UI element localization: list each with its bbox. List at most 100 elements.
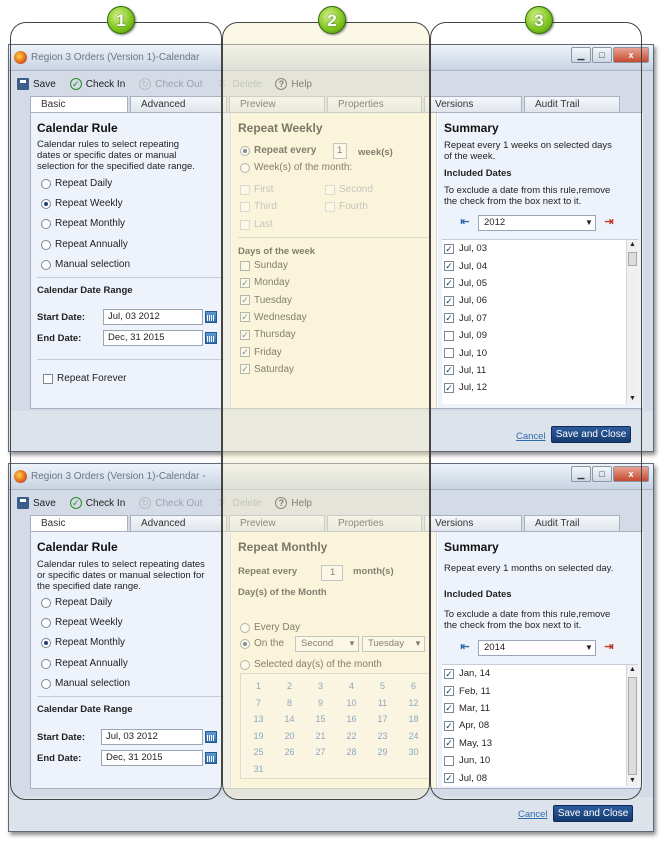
radio-repeat-annually[interactable]: Repeat Annually bbox=[41, 239, 128, 250]
tab-advanced[interactable]: Advanced bbox=[130, 515, 227, 531]
month-day-cell[interactable]: 6 bbox=[398, 678, 429, 695]
day-checkbox-wednesday[interactable]: ✓ Wednesday bbox=[240, 312, 307, 323]
month-day-cell[interactable]: 12 bbox=[398, 695, 429, 712]
month-day-cell[interactable]: 10 bbox=[336, 695, 367, 712]
year-select[interactable]: 2012 ▼ bbox=[478, 215, 596, 231]
start-date-input[interactable]: Jul, 03 2012 bbox=[103, 309, 203, 325]
tab-audit-trail[interactable]: Audit Trail bbox=[524, 96, 620, 112]
week-first-checkbox[interactable]: First bbox=[240, 184, 273, 195]
month-day-cell[interactable]: 16 bbox=[336, 711, 367, 728]
month-day-cell[interactable]: 7 bbox=[243, 695, 274, 712]
included-date-row[interactable]: Jul, 10 bbox=[442, 344, 638, 361]
end-date-input[interactable]: Dec, 31 2015 bbox=[103, 330, 203, 346]
included-date-row[interactable]: ✓ Jul, 11 bbox=[442, 362, 638, 379]
included-date-row[interactable]: ✓ Jul, 07 bbox=[442, 310, 638, 327]
repeat-every-input[interactable]: 1 bbox=[321, 565, 343, 581]
month-day-cell[interactable]: 14 bbox=[274, 711, 305, 728]
next-year-icon[interactable]: ⇥ bbox=[602, 641, 616, 654]
month-day-cell[interactable]: 8 bbox=[274, 695, 305, 712]
save-button[interactable]: Save bbox=[17, 78, 56, 90]
tab-preview[interactable]: Preview bbox=[229, 515, 325, 531]
day-checkbox-saturday[interactable]: ✓ Saturday bbox=[240, 364, 294, 375]
scrollbar[interactable]: ▲ ▼ bbox=[626, 665, 638, 786]
day-checkbox-tuesday[interactable]: ✓ Tuesday bbox=[240, 295, 292, 306]
radio-manual-selection[interactable]: Manual selection bbox=[41, 678, 130, 689]
radio-repeat-monthly[interactable]: Repeat Monthly bbox=[41, 637, 125, 648]
week-last-checkbox[interactable]: Last bbox=[240, 219, 273, 230]
save-button[interactable]: Save bbox=[17, 497, 56, 509]
month-day-cell[interactable]: 9 bbox=[305, 695, 336, 712]
month-day-cell[interactable]: 28 bbox=[336, 744, 367, 761]
help-button[interactable]: ? Help bbox=[275, 497, 312, 509]
help-button[interactable]: ? Help bbox=[275, 78, 312, 90]
month-day-cell[interactable]: 15 bbox=[305, 711, 336, 728]
included-date-row[interactable]: ✓ Jan, 14 bbox=[442, 665, 638, 682]
month-day-cell[interactable]: 17 bbox=[367, 711, 398, 728]
radio-weeks-of-month[interactable]: Week(s) of the month: bbox=[240, 162, 352, 173]
check-in-button[interactable]: ✓ Check In bbox=[69, 497, 125, 509]
month-day-cell[interactable]: 30 bbox=[398, 744, 429, 761]
tab-versions[interactable]: Versions bbox=[424, 96, 522, 112]
repeat-forever-checkbox[interactable]: Repeat Forever bbox=[43, 373, 126, 384]
maximize-button[interactable]: □ bbox=[592, 466, 612, 482]
delete-button[interactable]: ✕ Delete bbox=[217, 78, 262, 90]
previous-year-icon[interactable]: ⇤ bbox=[458, 641, 472, 654]
radio-on-the[interactable]: On the bbox=[240, 638, 284, 649]
included-date-row[interactable]: ✓ Jul, 03 bbox=[442, 240, 638, 257]
included-date-row[interactable]: ✓ May, 13 bbox=[442, 735, 638, 752]
month-day-cell[interactable]: 13 bbox=[243, 711, 274, 728]
maximize-button[interactable]: □ bbox=[592, 47, 612, 63]
repeat-every-input[interactable]: 1 bbox=[333, 143, 347, 159]
month-day-cell[interactable]: 31 bbox=[243, 761, 274, 778]
radio-manual-selection[interactable]: Manual selection bbox=[41, 259, 130, 270]
month-day-cell[interactable]: 11 bbox=[367, 695, 398, 712]
radio-repeat-monthly[interactable]: Repeat Monthly bbox=[41, 218, 125, 229]
previous-year-icon[interactable]: ⇤ bbox=[458, 216, 472, 229]
delete-button[interactable]: ✕ Delete bbox=[217, 497, 262, 509]
save-and-close-button[interactable]: Save and Close bbox=[551, 426, 631, 443]
included-date-row[interactable]: Jun, 10 bbox=[442, 752, 638, 769]
month-day-cell[interactable]: 26 bbox=[274, 744, 305, 761]
included-date-row[interactable]: ✓ Jul, 12 bbox=[442, 379, 638, 396]
month-day-cell[interactable]: 5 bbox=[367, 678, 398, 695]
calendar-icon[interactable] bbox=[205, 752, 217, 764]
tab-properties[interactable]: Properties bbox=[327, 96, 422, 112]
close-window-button[interactable]: x bbox=[613, 47, 649, 63]
month-day-cell[interactable]: 22 bbox=[336, 728, 367, 745]
week-second-checkbox[interactable]: Second bbox=[325, 184, 373, 195]
month-day-cell[interactable]: 2 bbox=[274, 678, 305, 695]
day-checkbox-thursday[interactable]: ✓ Thursday bbox=[240, 329, 296, 340]
included-date-row[interactable]: ✓ Mar, 11 bbox=[442, 700, 638, 717]
scrollbar[interactable]: ▲ ▼ bbox=[626, 240, 638, 404]
calendar-icon[interactable] bbox=[205, 311, 217, 323]
included-date-row[interactable]: ✓ Feb, 11 bbox=[442, 682, 638, 699]
check-in-button[interactable]: ✓ Check In bbox=[69, 78, 125, 90]
radio-every-day[interactable]: Every Day bbox=[240, 622, 300, 633]
tab-advanced[interactable]: Advanced bbox=[130, 96, 227, 112]
minimize-button[interactable]: ▁ bbox=[571, 47, 591, 63]
month-day-cell[interactable]: 1 bbox=[243, 678, 274, 695]
day-checkbox-sunday[interactable]: Sunday bbox=[240, 260, 288, 271]
month-day-cell[interactable]: 18 bbox=[398, 711, 429, 728]
cancel-link[interactable]: Cancel bbox=[516, 431, 546, 442]
month-day-cell[interactable]: 23 bbox=[367, 728, 398, 745]
included-date-row[interactable]: ✓ Jul, 05 bbox=[442, 275, 638, 292]
included-date-row[interactable]: ✓ Jul, 06 bbox=[442, 292, 638, 309]
day-checkbox-monday[interactable]: ✓ Monday bbox=[240, 277, 290, 288]
radio-repeat-every[interactable]: Repeat every bbox=[240, 145, 316, 156]
calendar-icon[interactable] bbox=[205, 731, 217, 743]
tab-versions[interactable]: Versions bbox=[424, 515, 522, 531]
month-day-cell[interactable]: 29 bbox=[367, 744, 398, 761]
included-date-row[interactable]: ✓ Jul, 04 bbox=[442, 257, 638, 274]
month-day-cell[interactable]: 25 bbox=[243, 744, 274, 761]
check-out-button[interactable]: ↻ Check Out bbox=[139, 497, 203, 509]
tab-preview[interactable]: Preview bbox=[229, 96, 325, 112]
cancel-link[interactable]: Cancel bbox=[518, 809, 548, 820]
radio-repeat-daily[interactable]: Repeat Daily bbox=[41, 178, 112, 189]
weekday-select[interactable]: Tuesday ▼ bbox=[362, 636, 425, 652]
week-third-checkbox[interactable]: Third bbox=[240, 201, 277, 212]
tab-properties[interactable]: Properties bbox=[327, 515, 422, 531]
save-and-close-button[interactable]: Save and Close bbox=[553, 805, 633, 822]
included-date-row[interactable]: Jul, 09 bbox=[442, 327, 638, 344]
included-date-row[interactable]: ✓ Jul, 08 bbox=[442, 769, 638, 786]
